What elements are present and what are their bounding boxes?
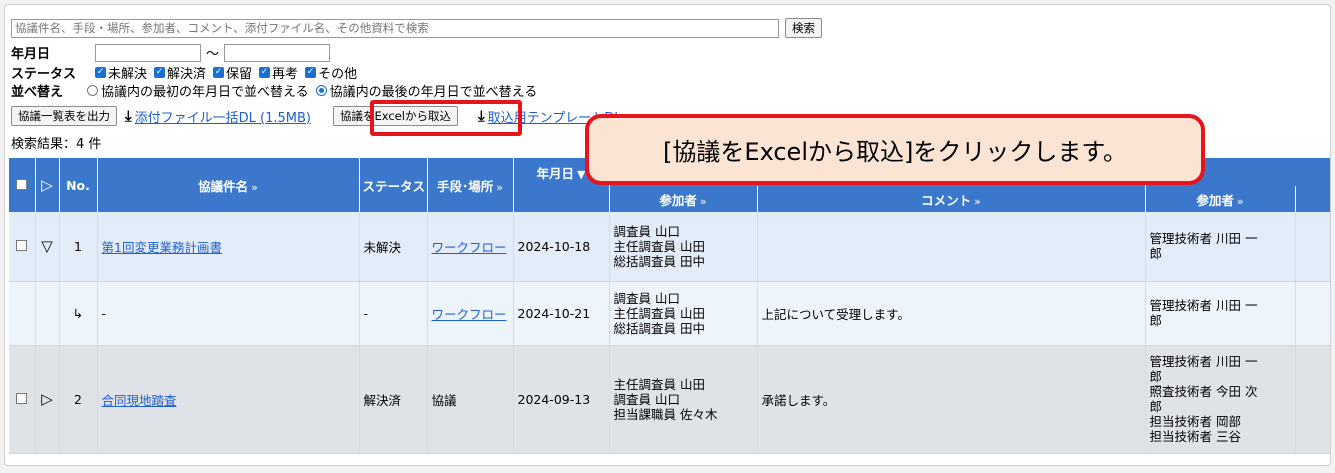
header-date-sub bbox=[513, 186, 610, 212]
sort-arrow-icon: » bbox=[699, 194, 707, 208]
consultation-title-link[interactable]: 第1回変更業務計画書 bbox=[102, 240, 222, 255]
status-filter-row: ステータス ✓ 未解決 ✓ 解決済 ✓ 保留 ✓ 再考 ✓ その他 bbox=[11, 63, 364, 82]
search-row: 検索 bbox=[11, 17, 822, 39]
consultation-table: ▷ No. 協議件名» ステータス 手段･場所» 年月日 ▼ 参加者» コメント»… bbox=[9, 158, 1330, 454]
collapse-icon[interactable]: ▽ bbox=[41, 237, 53, 255]
cell-extra bbox=[1295, 281, 1330, 346]
expand-all-header[interactable]: ▷ bbox=[35, 158, 60, 212]
cell-participants: 調査員 山口 主任調査員 山田 総括調査員 田中 bbox=[609, 281, 758, 346]
select-all-header[interactable] bbox=[9, 158, 36, 212]
header-participants-2[interactable]: 参加者» bbox=[1145, 186, 1296, 212]
status-checkbox-hold[interactable]: ✓ 保留 bbox=[213, 63, 252, 82]
cell-comment bbox=[757, 212, 1146, 282]
cell-participants: 調査員 山口 主任調査員 山田 総括調査員 田中 bbox=[609, 212, 758, 282]
download-icon: ⤓ bbox=[125, 107, 132, 125]
radio-icon bbox=[87, 85, 98, 96]
attachment-download-link[interactable]: 添付ファイル一括DL (1.5MB) bbox=[135, 107, 311, 126]
cell-participants-2: 管理技術者 川田 一 郎 bbox=[1145, 281, 1296, 346]
expand-all-icon[interactable]: ▷ bbox=[41, 176, 53, 194]
toolbar: 協議一覧表を出力 ⤓ 添付ファイル一括DL (1.5MB) 協議をExcelから… bbox=[11, 106, 621, 126]
table-row: ↳ - - ワークフロー 2024-10-21 調査員 山口 主任調査員 山田 … bbox=[9, 281, 1330, 346]
cell-status: 未解決 bbox=[359, 212, 428, 282]
date-separator: ～ bbox=[206, 47, 220, 62]
sort-label: 並べ替え bbox=[11, 85, 64, 100]
sort-arrow-icon: » bbox=[1236, 194, 1244, 208]
table-row: ▽ 1 第1回変更業務計画書 未解決 ワークフロー 2024-10-18 調査員… bbox=[9, 212, 1330, 282]
method-link[interactable]: ワークフロー bbox=[432, 307, 507, 322]
cell-participants: 主任調査員 山田 調査員 山口 担当課職員 佐々木 bbox=[609, 345, 758, 454]
header-comment[interactable]: コメント» bbox=[757, 186, 1146, 212]
sort-arrow-icon: » bbox=[251, 180, 258, 194]
cell-status: - bbox=[359, 281, 428, 346]
instruction-callout: [協議をExcelから取込]をクリックします。 bbox=[585, 114, 1205, 185]
row-checkbox[interactable] bbox=[16, 239, 28, 251]
consultation-title-link[interactable]: 合同現地踏査 bbox=[102, 393, 177, 408]
date-from-input[interactable] bbox=[95, 43, 201, 62]
sort-arrow-icon: » bbox=[974, 194, 981, 208]
method-link[interactable]: ワークフロー bbox=[432, 240, 507, 255]
sort-arrow-icon: » bbox=[496, 180, 503, 194]
cell-date: 2024-10-18 bbox=[513, 212, 610, 282]
cell-title: - bbox=[97, 281, 360, 346]
status-checkbox-reconsider[interactable]: ✓ 再考 bbox=[259, 63, 298, 82]
checkbox-checked-icon: ✓ bbox=[213, 67, 225, 78]
status-checkbox-other[interactable]: ✓ その他 bbox=[305, 63, 357, 82]
reply-arrow-icon: ↳ bbox=[59, 281, 98, 346]
sort-radio-first[interactable]: 協議内の最初の年月日で並べ替える bbox=[87, 81, 309, 100]
consultation-panel: 検索 年月日 ～ ステータス ✓未解決 ✓解決済 ✓保留 ✓再考 ✓その他 並べ… bbox=[4, 4, 1331, 466]
cell-date: 2024-10-21 bbox=[513, 281, 610, 346]
sort-radio-last[interactable]: 協議内の最後の年月日で並べ替える bbox=[315, 81, 537, 100]
checkbox-checked-icon: ✓ bbox=[305, 67, 317, 78]
radio-selected-icon bbox=[315, 85, 327, 96]
cell-extra bbox=[1295, 345, 1330, 454]
status-checkbox-unresolved[interactable]: ✓ 未解決 bbox=[95, 63, 147, 82]
header-status: ステータス bbox=[359, 158, 428, 212]
header-no: No. bbox=[59, 158, 98, 212]
status-label: ステータス bbox=[11, 67, 77, 82]
header-method[interactable]: 手段･場所» bbox=[427, 158, 514, 212]
cell-comment: 承諾します。 bbox=[757, 345, 1146, 454]
date-filter-row: 年月日 ～ bbox=[11, 43, 331, 62]
status-checkbox-resolved[interactable]: ✓ 解決済 bbox=[154, 63, 206, 82]
cell-no: 1 bbox=[59, 212, 98, 282]
table-row: ▷ 2 合同現地踏査 解決済 協議 2024-09-13 主任調査員 山田 調査… bbox=[9, 345, 1330, 454]
cell-no: 2 bbox=[59, 345, 98, 454]
cell-date: 2024-09-13 bbox=[513, 345, 610, 454]
date-to-input[interactable] bbox=[224, 43, 331, 62]
date-label: 年月日 bbox=[11, 47, 51, 62]
checkbox-checked-icon: ✓ bbox=[154, 67, 166, 78]
row-checkbox[interactable] bbox=[16, 392, 28, 404]
sort-row: 並べ替え 協議内の最初の年月日で並べ替える 協議内の最後の年月日で並べ替える bbox=[11, 81, 544, 100]
expand-icon[interactable]: ▷ bbox=[41, 390, 53, 408]
cell-participants-2: 管理技術者 川田 一 郎 bbox=[1145, 212, 1296, 282]
cell-extra bbox=[1295, 212, 1330, 282]
checkbox-checked-icon: ✓ bbox=[259, 67, 271, 78]
import-button-highlight bbox=[370, 100, 522, 136]
search-button[interactable]: 検索 bbox=[785, 18, 822, 38]
header-title[interactable]: 協議件名» bbox=[97, 158, 360, 212]
header-participants[interactable]: 参加者» bbox=[609, 186, 758, 212]
checkbox-checked-icon: ✓ bbox=[95, 67, 106, 78]
select-all-checkbox[interactable] bbox=[16, 178, 28, 190]
header-extra bbox=[1295, 186, 1330, 212]
cell-method: 協議 bbox=[427, 345, 514, 454]
cell-comment: 上記について受理します。 bbox=[757, 281, 1146, 346]
search-input[interactable] bbox=[11, 18, 779, 38]
result-count: 検索結果：4 件 bbox=[11, 137, 102, 152]
cell-participants-2: 管理技術者 川田 一 郎 照査技術者 今田 次 郎 担当技術者 岡部 担当技術者… bbox=[1145, 345, 1296, 454]
export-list-button[interactable]: 協議一覧表を出力 bbox=[11, 106, 117, 126]
cell-status: 解決済 bbox=[359, 345, 428, 454]
